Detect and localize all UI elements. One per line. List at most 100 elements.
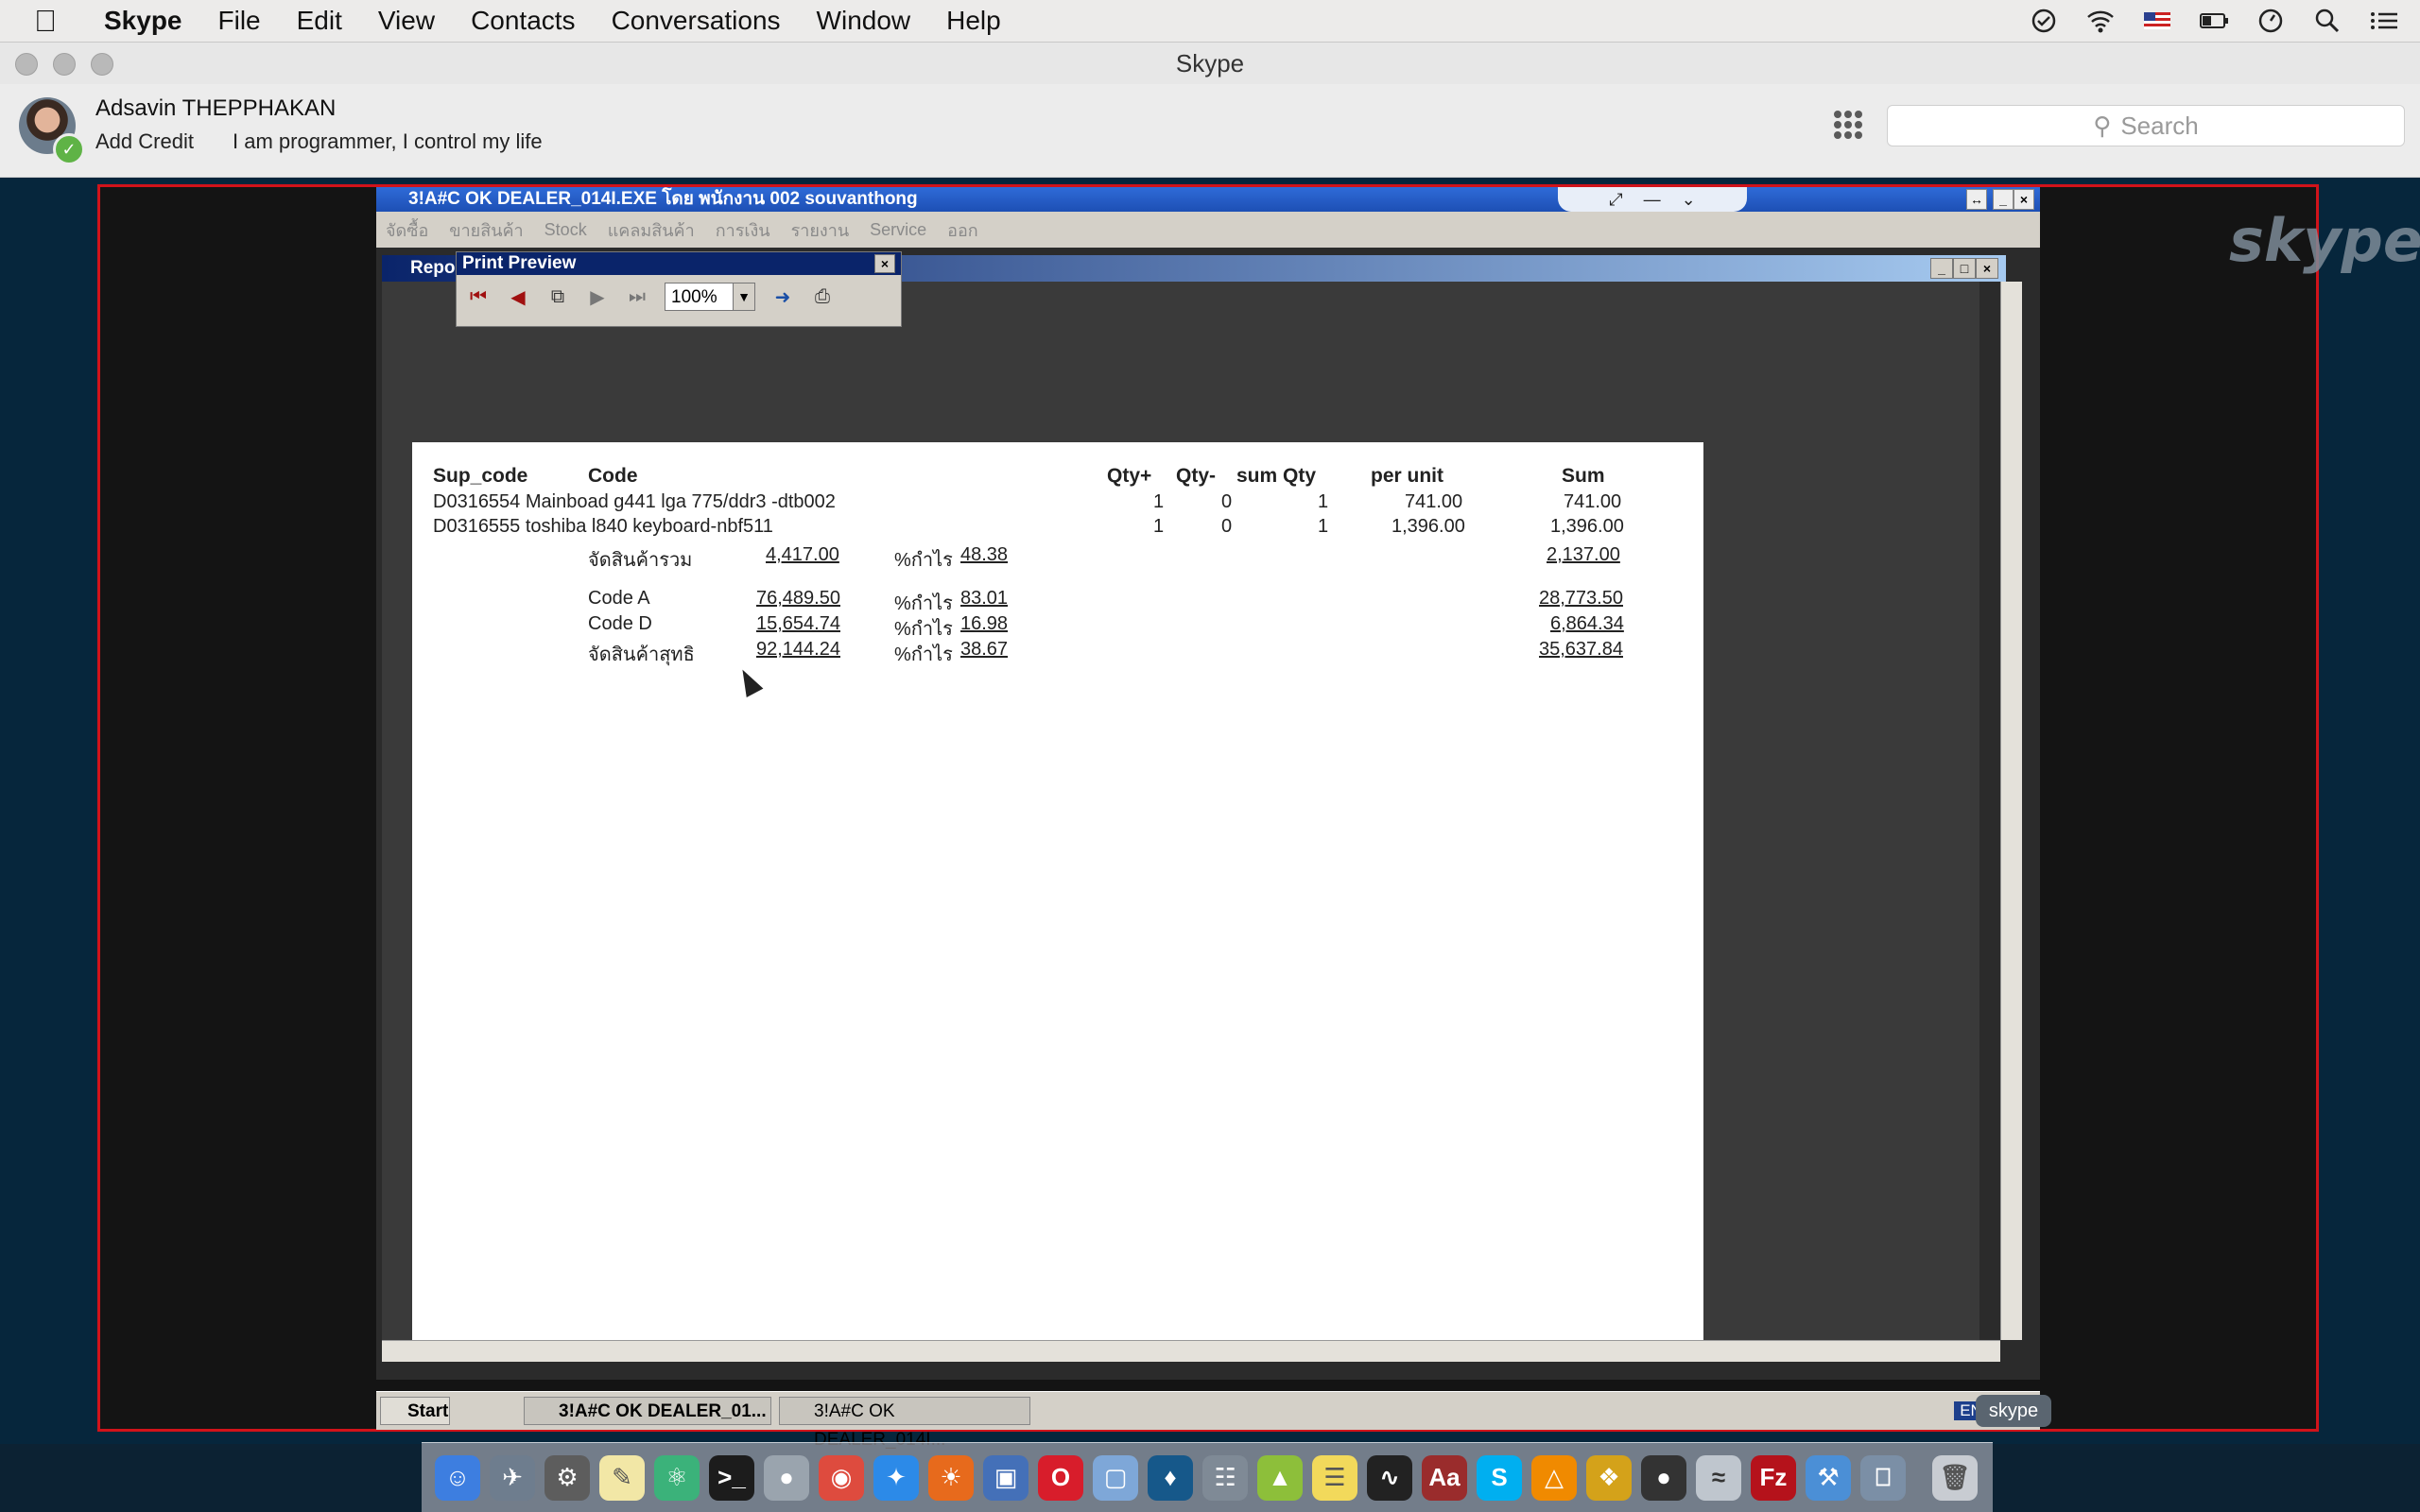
mac-dock: ☺ ✈ ⚙ ✎ ⚛ >_ ● ◉ ✦ ☀ ▣ O ▢ ♦ ☷ ▲ ☰ ∿ Aa … [422,1442,1993,1512]
menu-view[interactable]: View [378,6,435,36]
search-input[interactable]: ⚲ Search [1887,105,2405,146]
menu-skype[interactable]: Skype [104,6,182,36]
print-preview-close-button[interactable]: × [874,254,895,273]
vertical-scrollbar[interactable] [2000,282,2022,1340]
first-page-icon[interactable]: ⏮ [466,284,491,309]
menu-file[interactable]: File [218,6,261,36]
print-preview-toolbar: Print Preview × ⏮ ◀ ⧉ ▶ ⏭ 100% ▼ ➜ ⎙ [456,251,902,327]
remote-minimize-button[interactable]: _ [1993,189,2014,210]
terminal-icon[interactable]: >_ [709,1454,754,1501]
wifi-icon[interactable] [2085,7,2116,35]
remote-menu-service[interactable]: Service [870,220,926,240]
virtualbox-icon[interactable]: ▢ [1093,1454,1138,1501]
prev-page-icon[interactable]: ◀ [506,284,530,309]
copy-page-icon[interactable]: ⧉ [545,284,570,309]
last-page-icon[interactable]: ⏭ [625,284,649,309]
atom-icon[interactable]: ⚛ [654,1454,700,1501]
summary-amount: 15,654.74 [756,613,840,634]
taskbar-item-dealer-1[interactable]: 3!A#C OK DEALER_01... [524,1397,771,1425]
col-sum-qty: sum Qty [1236,465,1317,487]
subtotal-pct-label: %กำไร [894,550,953,571]
taskbar-item-dealer-2[interactable]: 3!A#C OK DEALER_014I... [779,1397,1030,1450]
skype-icon[interactable]: S [1477,1454,1522,1501]
us-flag-icon[interactable] [2142,7,2172,35]
activity-monitor-icon[interactable]: ∿ [1367,1454,1412,1501]
chevron-down-icon[interactable]: ▼ [733,284,754,310]
opera-icon[interactable]: O [1038,1454,1083,1501]
remote-menu-exit[interactable]: ออก [947,216,978,244]
remote-menu-stock[interactable]: Stock [544,220,587,240]
menu-help[interactable]: Help [946,6,1001,36]
safari-icon[interactable]: ✦ [873,1454,919,1501]
add-credit-link[interactable]: Add Credit [95,129,194,154]
next-page-icon[interactable]: ▶ [585,284,610,309]
android-studio-icon[interactable]: ▲ [1257,1454,1303,1501]
time-machine-icon[interactable] [2256,7,2286,35]
minimize-bar-icon[interactable]: — [1644,190,1661,210]
report-close-button[interactable]: × [1976,258,1998,279]
database-icon[interactable]: ☷ [1202,1454,1248,1501]
spotlight-search-icon[interactable] [2312,7,2342,35]
dialpad-icon[interactable] [1834,111,1862,139]
screen-sharing-icon[interactable]: ⎕ [1860,1454,1906,1501]
notification-center-icon[interactable] [2369,7,2399,35]
system-preferences-icon[interactable]: ⚙ [544,1454,590,1501]
filemerge-icon[interactable]: ❖ [1586,1454,1632,1501]
row-qty-plus: 1 [1153,491,1165,512]
subtotal-sum: 2,137.00 [1547,544,1620,565]
remote-menu-purchase[interactable]: จัดซื้อ [386,216,428,244]
row-qty-minus: 0 [1221,491,1233,512]
remote-menu-claims[interactable]: แคลมสินค้า [608,216,695,244]
row-per-unit: 741.00 [1405,491,1463,512]
report-maximize-button[interactable]: □ [1953,258,1976,279]
sequel-pro-icon[interactable]: ● [764,1454,809,1501]
launchpad-icon[interactable]: ✈ [490,1454,535,1501]
summary-label: Code D [588,613,652,634]
remote-close-button[interactable]: × [2014,189,2034,210]
remote-menu-finance[interactable]: การเงิน [716,216,770,244]
firefox-icon[interactable]: ☀ [928,1454,974,1501]
print-icon[interactable]: ⎙ [810,284,835,309]
remote-menu-sales[interactable]: ขายสินค้า [449,216,523,244]
fullscreen-icon[interactable]: ⤢ [1609,190,1622,210]
apple-menu-icon[interactable]:  [34,4,72,39]
user-name[interactable]: Adsavin THEPPHAKAN [95,95,336,122]
checklist-icon[interactable] [2029,7,2059,35]
report-minimize-button[interactable]: _ [1930,258,1953,279]
chevron-down-icon[interactable]: ⌄ [1682,190,1696,210]
row-sum-qty: 1 [1318,491,1329,512]
xcode-icon[interactable]: ⚒ [1806,1454,1851,1501]
remote-desktop-icon[interactable]: ▣ [983,1454,1028,1501]
remote-connection-bar: ⤢ — ⌄ [1558,187,1747,212]
github-icon[interactable]: ● [1641,1454,1686,1501]
filezilla-icon[interactable]: Fz [1751,1454,1796,1501]
zoom-select[interactable]: 100% ▼ [665,283,755,311]
mood-message[interactable]: I am programmer, I control my life [233,129,543,154]
dictionary-icon[interactable]: Aa [1422,1454,1467,1501]
row-qty-plus: 1 [1153,516,1165,537]
notes-icon[interactable]: ✎ [599,1454,645,1501]
remote-menu-reports[interactable]: รายงาน [791,216,850,244]
subtotal-label: จัดสินค้ารวม [588,550,693,571]
col-sum: Sum [1562,465,1605,487]
stickies-icon[interactable]: ☰ [1312,1454,1357,1501]
row-per-unit: 1,396.00 [1392,516,1465,537]
export-icon[interactable]: ➜ [770,284,795,309]
chrome-icon[interactable]: ◉ [819,1454,864,1501]
wireless-diagnostics-icon[interactable]: ≈ [1696,1454,1741,1501]
trash-icon[interactable]: 🗑 [1932,1454,1978,1501]
menu-window[interactable]: Window [817,6,911,36]
vlc-icon[interactable]: △ [1531,1454,1577,1501]
battery-icon[interactable] [2199,7,2229,35]
finder-icon[interactable]: ☺ [435,1454,480,1501]
menu-contacts[interactable]: Contacts [471,6,576,36]
remote-app-titlebar: 3!A#C OK DEALER_014I.EXE โดย พนักงาน 002… [376,187,2040,212]
menu-conversations[interactable]: Conversations [612,6,781,36]
horizontal-scrollbar[interactable] [382,1340,2000,1362]
summary-pct: 83.01 [960,588,1009,609]
mac-menubar:  Skype File Edit View Contacts Conversa… [0,0,2420,43]
mysql-workbench-icon[interactable]: ♦ [1148,1454,1193,1501]
start-button[interactable]: Start [380,1397,450,1425]
menu-edit[interactable]: Edit [297,6,342,36]
remote-resize-icon[interactable]: ↔ [1966,189,1987,210]
